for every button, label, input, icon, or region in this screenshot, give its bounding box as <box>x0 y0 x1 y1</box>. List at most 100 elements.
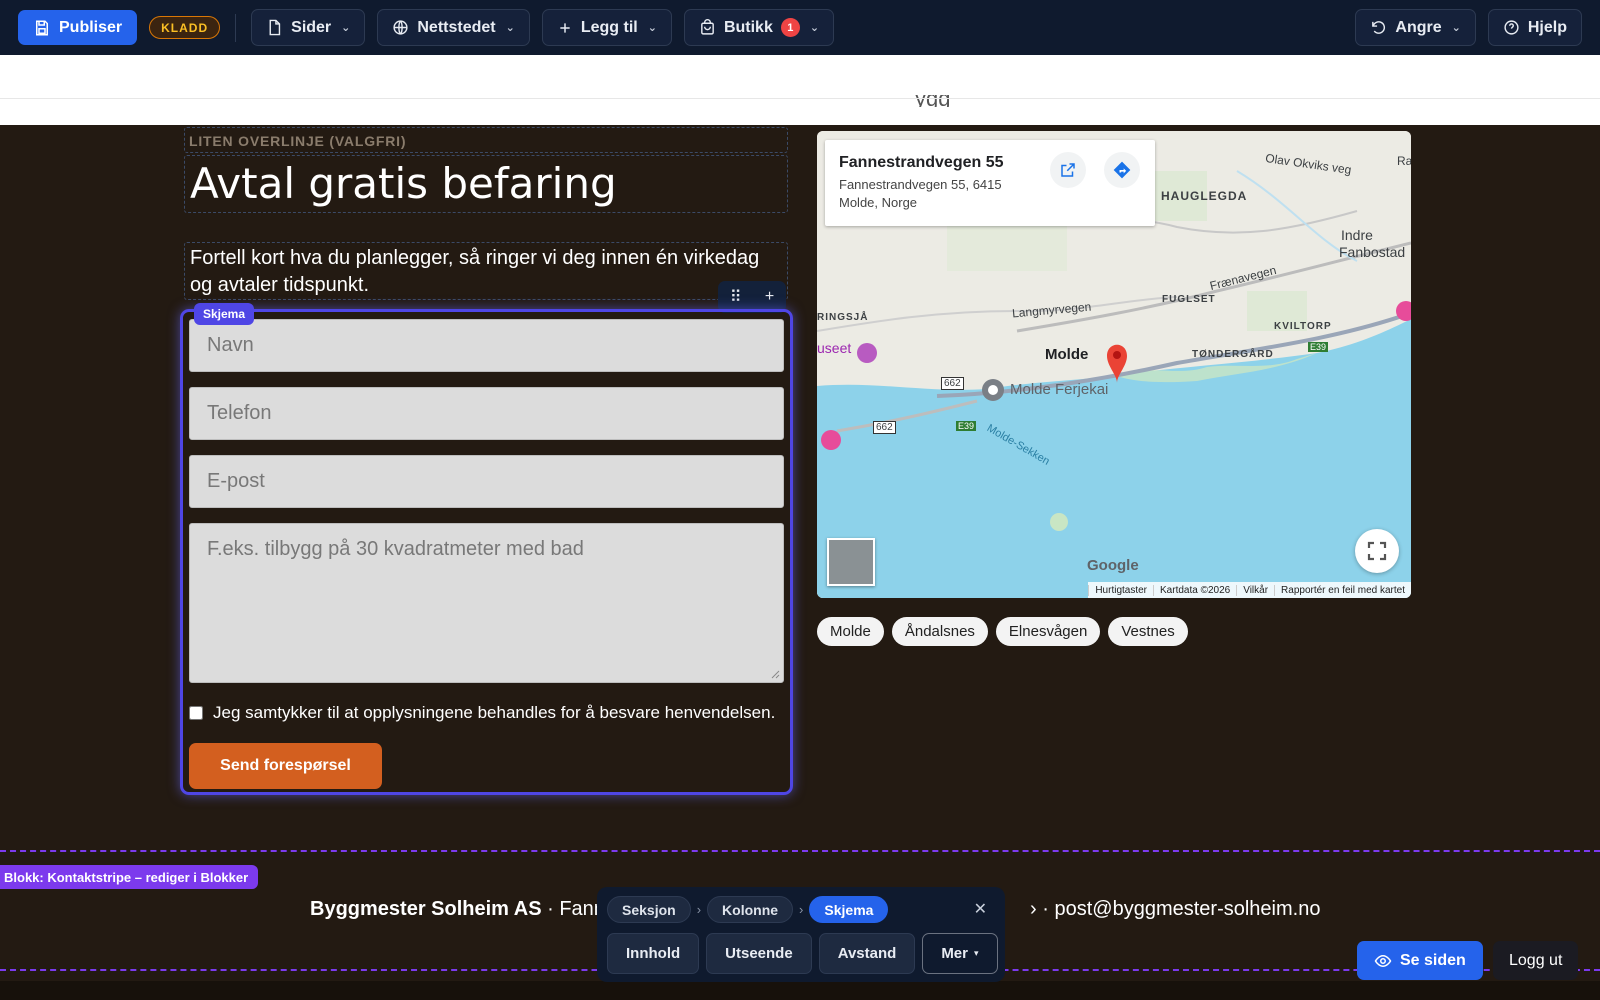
shopping-bag-icon <box>701 19 714 35</box>
tab-content[interactable]: Innhold <box>607 933 700 974</box>
directions-icon <box>1113 161 1131 179</box>
add-menu-button[interactable]: Legg til ⌄ <box>541 9 672 46</box>
message-placeholder: F.eks. tilbygg på 30 kvadratmeter med ba… <box>207 538 584 560</box>
map-label: useet <box>817 340 852 356</box>
shop-menu-button[interactable]: Butikk 1 ⌄ <box>683 9 835 46</box>
shop-label: Butikk <box>723 18 773 36</box>
resize-handle-icon[interactable] <box>770 669 780 679</box>
form-selection-tag: Skjema <box>194 303 255 325</box>
close-icon[interactable]: ✕ <box>974 899 987 919</box>
terms-link[interactable]: Vilkår <box>1236 584 1274 596</box>
map-label: 662 <box>941 377 964 390</box>
draft-badge: KLADD <box>149 16 221 39</box>
globe-icon <box>393 20 408 35</box>
contact-form[interactable]: Navn Telefon E-post F.eks. tilbygg på 30… <box>180 309 793 795</box>
fullscreen-button[interactable] <box>1355 529 1399 573</box>
map-attribution: Hurtigtaster Kartdata ©2026 Vilkår Rappo… <box>1088 582 1411 598</box>
shop-count-badge: 1 <box>780 18 800 37</box>
chevron-right-icon: › <box>696 902 702 917</box>
add-label: Legg til <box>580 18 638 36</box>
crumb-form[interactable]: Skjema <box>809 896 889 923</box>
send-request-button[interactable]: Send forespørsel <box>189 743 382 789</box>
place-card: Fannestrandvegen 55 Fannestrandvegen 55,… <box>825 140 1155 226</box>
consent-label: Jeg samtykker til at opplysningene behan… <box>213 703 776 722</box>
chevron-right-icon: › <box>799 902 804 917</box>
top-toolbar: Publiser KLADD Sider ⌄ Nettstedet ⌄ Legg… <box>0 0 1600 55</box>
keyboard-shortcuts-link[interactable]: Hurtigtaster <box>1088 584 1153 596</box>
section-diagonal-edge <box>0 99 435 125</box>
site-label: Nettstedet <box>417 18 496 36</box>
publish-label: Publiser <box>59 18 123 36</box>
section-heading[interactable]: Avtal gratis befaring <box>184 155 788 213</box>
map-label: Molde <box>1045 346 1089 363</box>
crumb-section[interactable]: Seksjon <box>607 896 691 923</box>
consent-checkbox[interactable] <box>189 706 203 720</box>
chevron-down-icon: ⌄ <box>341 22 351 34</box>
chevron-down-icon: ⌄ <box>505 22 515 34</box>
tab-spacing[interactable]: Avstand <box>818 933 916 974</box>
page-icon <box>269 19 281 36</box>
breadcrumb: Seksjon › Kolonne › Skjema <box>607 896 995 923</box>
logout-button[interactable]: Logg ut <box>1493 941 1579 980</box>
map-label: E39 <box>956 421 977 431</box>
help-button[interactable]: Hjelp <box>1487 9 1582 46</box>
directions-button[interactable] <box>1104 152 1140 188</box>
company-email: › · post@byggmester-solheim.no <box>1030 898 1321 920</box>
pages-menu-button[interactable]: Sider ⌄ <box>251 9 366 46</box>
map-embed[interactable]: Olav Okviks veg HAUGLEGDA Ra Indre Fanbo… <box>817 131 1411 598</box>
map-label: 662 <box>873 421 896 434</box>
save-icon <box>36 20 48 35</box>
location-chip[interactable]: Elnesvågen <box>995 617 1101 646</box>
view-site-label: Se siden <box>1400 951 1466 969</box>
map-label: HAUGLEGDA <box>1161 189 1248 203</box>
inspector-panel: Seksjon › Kolonne › Skjema ✕ Innhold Uts… <box>597 887 1005 982</box>
eye-icon <box>1374 954 1392 967</box>
satellite-toggle-thumbnail[interactable] <box>827 538 875 586</box>
map-label: Fanbostad <box>1339 244 1406 260</box>
map-label: Molde Ferjekai <box>1010 381 1109 398</box>
map-label: KVILTORP <box>1274 321 1332 332</box>
location-chip[interactable]: Vestnes <box>1108 617 1188 646</box>
chevron-down-icon: ⌄ <box>1451 22 1461 34</box>
email-input[interactable]: E-post <box>189 455 784 508</box>
open-in-maps-button[interactable] <box>1050 152 1086 188</box>
map-label: FUGLSET <box>1162 294 1216 305</box>
view-site-button[interactable]: Se siden <box>1357 941 1483 980</box>
message-textarea[interactable]: F.eks. tilbygg på 30 kvadratmeter med ba… <box>189 523 784 683</box>
section-intro-text[interactable]: Fortell kort hva du planlegger, så ringe… <box>184 242 788 300</box>
help-icon <box>1504 20 1519 35</box>
map-label: E39 <box>1308 342 1329 352</box>
eyebrow-text[interactable]: LITEN OVERLINJE (VALGFRI) <box>184 127 788 153</box>
page-bottom <box>0 981 1600 1000</box>
drag-handle-icon[interactable]: ⠿ <box>730 287 742 307</box>
block-boundary-top <box>0 850 1600 852</box>
fullscreen-icon <box>1367 541 1387 561</box>
caret-down-icon: ▾ <box>974 948 979 958</box>
google-logo: Google <box>1087 557 1139 574</box>
chevron-down-icon: ⌄ <box>809 22 820 34</box>
undo-label: Angre <box>1395 18 1442 36</box>
consent-row[interactable]: Jeg samtykker til at opplysningene behan… <box>189 703 784 723</box>
company-name: Byggmester Solheim AS <box>310 898 542 920</box>
tab-more[interactable]: Mer ▾ <box>922 933 998 974</box>
undo-icon <box>1372 21 1386 34</box>
help-label: Hjelp <box>1527 18 1567 36</box>
external-link-icon <box>1061 163 1075 177</box>
crumb-column[interactable]: Kolonne <box>707 896 794 923</box>
tab-more-label: Mer <box>941 945 968 962</box>
location-chip[interactable]: Molde <box>817 617 884 646</box>
name-input[interactable]: Navn <box>189 319 784 372</box>
map-label: TØNDERGÅRD <box>1192 349 1274 360</box>
report-error-link[interactable]: Rapportér en feil med kartet <box>1274 584 1411 596</box>
place-title: Fannestrandvegen 55 <box>839 154 1004 171</box>
undo-menu-button[interactable]: Angre ⌄ <box>1355 9 1476 46</box>
site-menu-button[interactable]: Nettstedet ⌄ <box>377 9 530 46</box>
block-label[interactable]: Blokk: Kontaktstripe – rediger i Blokker <box>0 865 259 889</box>
phone-input[interactable]: Telefon <box>189 387 784 440</box>
location-chip[interactable]: Åndalsnes <box>891 617 988 646</box>
place-address: Fannestrandvegen 55, 6415 Molde, Norge <box>839 177 1002 210</box>
pages-label: Sider <box>291 18 332 36</box>
add-block-icon[interactable]: + <box>765 288 774 306</box>
tab-appearance[interactable]: Utseende <box>706 933 812 974</box>
publish-button[interactable]: Publiser <box>18 10 138 45</box>
